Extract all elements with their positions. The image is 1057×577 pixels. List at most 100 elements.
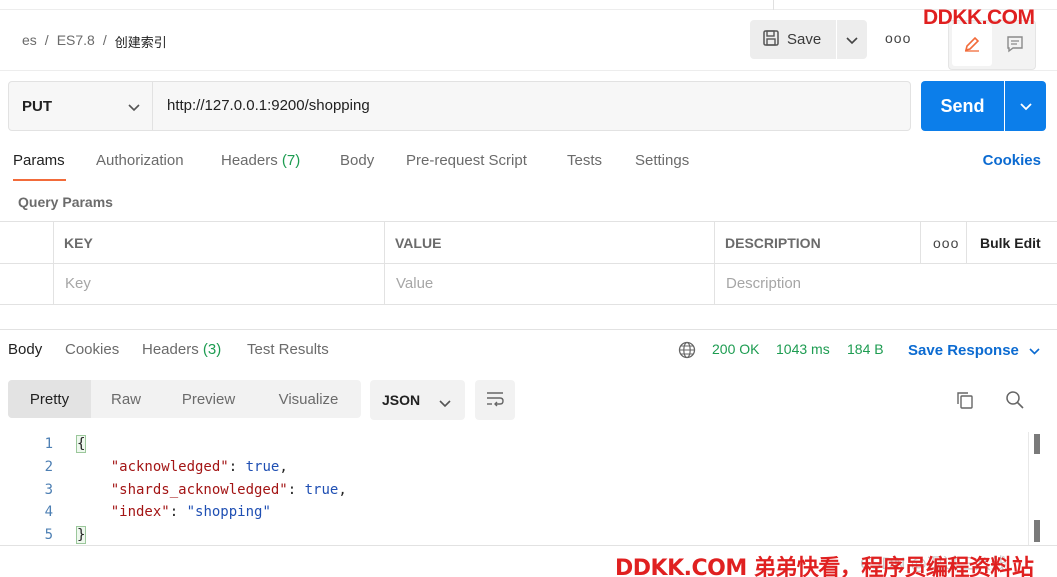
documentation-button[interactable]: [952, 24, 992, 66]
response-time[interactable]: 1043 ms: [776, 341, 830, 357]
line-number: 4: [44, 504, 53, 520]
scrollbar-thumb[interactable]: [1034, 520, 1040, 542]
table-header-row: [0, 222, 1057, 264]
status-code[interactable]: 200 OK: [712, 341, 759, 357]
code-line: "acknowledged": true,: [110, 459, 288, 475]
top-strip: [0, 0, 1057, 10]
tab-count: (7): [281, 152, 301, 169]
view-pretty[interactable]: Pretty: [8, 380, 91, 418]
save-dropdown-button[interactable]: [837, 20, 867, 59]
breadcrumb-separator: /: [44, 32, 49, 48]
request-header: es / ES7.8 / 创建索引 Save ooo: [0, 10, 1057, 71]
tab-label: Headers: [142, 341, 199, 358]
text-cursor: [85, 527, 87, 543]
comments-button[interactable]: [997, 24, 1033, 66]
tab-label: Body: [8, 341, 43, 358]
line-number: 5: [44, 527, 53, 543]
query-params-table: KEY VALUE DESCRIPTION ooo Bulk Edit Key …: [0, 221, 1057, 305]
save-label: Save: [787, 31, 822, 48]
breadcrumb-folder[interactable]: ES7.8: [57, 32, 95, 51]
bulk-edit-button[interactable]: Bulk Edit: [980, 235, 1041, 251]
json-key: "index": [110, 504, 170, 520]
tab-label: Cookies: [65, 341, 120, 358]
send-button[interactable]: Send: [921, 81, 1004, 131]
json-key: "acknowledged": [110, 459, 229, 475]
value-input[interactable]: Value: [396, 275, 433, 292]
view-preview[interactable]: Preview: [161, 380, 256, 418]
comment-icon: [1005, 34, 1025, 57]
tab-label: Tests: [567, 152, 603, 169]
line-number: 2: [44, 459, 53, 475]
chevron-down-icon: [846, 32, 858, 48]
column-header-description: DESCRIPTION: [725, 235, 821, 251]
method-select[interactable]: PUT: [9, 82, 153, 130]
pane-divider[interactable]: [0, 329, 1057, 330]
view-visualize[interactable]: Visualize: [256, 380, 361, 418]
wrap-lines-button[interactable]: [475, 380, 515, 420]
json-value: "shopping": [186, 504, 271, 520]
more-actions-button[interactable]: ooo: [885, 30, 911, 46]
url-input[interactable]: http://127.0.0.1:9200/shopping: [167, 97, 370, 114]
view-mode-group: Pretty Raw Preview Visualize: [8, 380, 361, 418]
url-bar: PUT http://127.0.0.1:9200/shopping: [8, 81, 911, 131]
column-header-value: VALUE: [395, 235, 442, 251]
send-dropdown-button[interactable]: [1005, 81, 1046, 131]
chevron-down-icon: [1029, 342, 1040, 359]
column-divider: [920, 222, 921, 264]
search-icon[interactable]: [1005, 390, 1025, 413]
line-number: 1: [44, 436, 53, 452]
json-value: true: [304, 482, 339, 498]
column-divider: [714, 222, 715, 304]
tab-authorization[interactable]: Authorization: [96, 152, 184, 169]
column-options-button[interactable]: ooo: [933, 235, 959, 251]
wrap-lines-icon: [485, 390, 505, 411]
watermark-top: DDKK.COM: [923, 6, 1035, 29]
scrollbar-thumb[interactable]: [1034, 434, 1040, 454]
tab-headers[interactable]: Headers (7): [221, 152, 300, 169]
column-divider: [53, 222, 54, 304]
tab-pre-request-script[interactable]: Pre-request Script: [406, 152, 527, 169]
globe-icon[interactable]: [678, 341, 696, 362]
json-close-brace: }: [75, 526, 87, 544]
response-tab-test-results[interactable]: Test Results: [247, 341, 329, 358]
pencil-icon: [962, 34, 982, 57]
chevron-down-icon: [439, 395, 451, 411]
tab-count: (3): [202, 341, 222, 358]
code-line: "index": "shopping": [110, 504, 271, 520]
save-response-button[interactable]: Save Response: [908, 342, 1040, 359]
key-input[interactable]: Key: [65, 275, 91, 292]
breadcrumb-collection[interactable]: es: [22, 32, 37, 51]
request-tabs: Params Authorization Headers (7) Body Pr…: [0, 148, 1057, 184]
save-button[interactable]: Save: [750, 20, 836, 59]
view-raw[interactable]: Raw: [91, 380, 161, 418]
query-params-title: Query Params: [18, 194, 113, 210]
tab-params[interactable]: Params: [13, 152, 65, 169]
breadcrumb-request[interactable]: 创建索引: [115, 32, 167, 51]
chevron-down-icon: [128, 99, 140, 116]
tab-body[interactable]: Body: [340, 152, 374, 169]
format-select[interactable]: JSON: [370, 380, 465, 420]
response-body-editor[interactable]: 1 2 3 4 5 { "acknowledged": true, "shard…: [0, 432, 1045, 546]
column-header-key: KEY: [64, 235, 93, 251]
response-tab-cookies[interactable]: Cookies: [65, 341, 119, 358]
tab-label: Test Results: [247, 341, 329, 358]
save-response-label: Save Response: [908, 342, 1019, 359]
chevron-down-icon: [1019, 98, 1032, 114]
json-key: "shards_acknowledged": [110, 482, 288, 498]
response-size[interactable]: 184 B: [847, 341, 884, 357]
line-number: 3: [44, 482, 53, 498]
column-divider: [966, 222, 967, 264]
response-tab-headers[interactable]: Headers (3): [142, 341, 221, 358]
tab-label: Headers: [221, 152, 278, 169]
json-open-brace: {: [75, 435, 87, 453]
watermark-bottom: DDKK.COM 弟弟快看，程序员编程资料站: [615, 556, 1034, 577]
copy-icon[interactable]: [955, 390, 975, 413]
tab-settings[interactable]: Settings: [635, 152, 689, 169]
tab-label: Settings: [635, 152, 690, 169]
tab-tests[interactable]: Tests: [567, 152, 602, 169]
code-line: }: [75, 526, 87, 544]
response-tab-body[interactable]: Body: [8, 341, 42, 358]
cookies-link[interactable]: Cookies: [983, 152, 1041, 169]
editor-bottom-border: [0, 545, 1057, 546]
description-input[interactable]: Description: [726, 275, 801, 292]
